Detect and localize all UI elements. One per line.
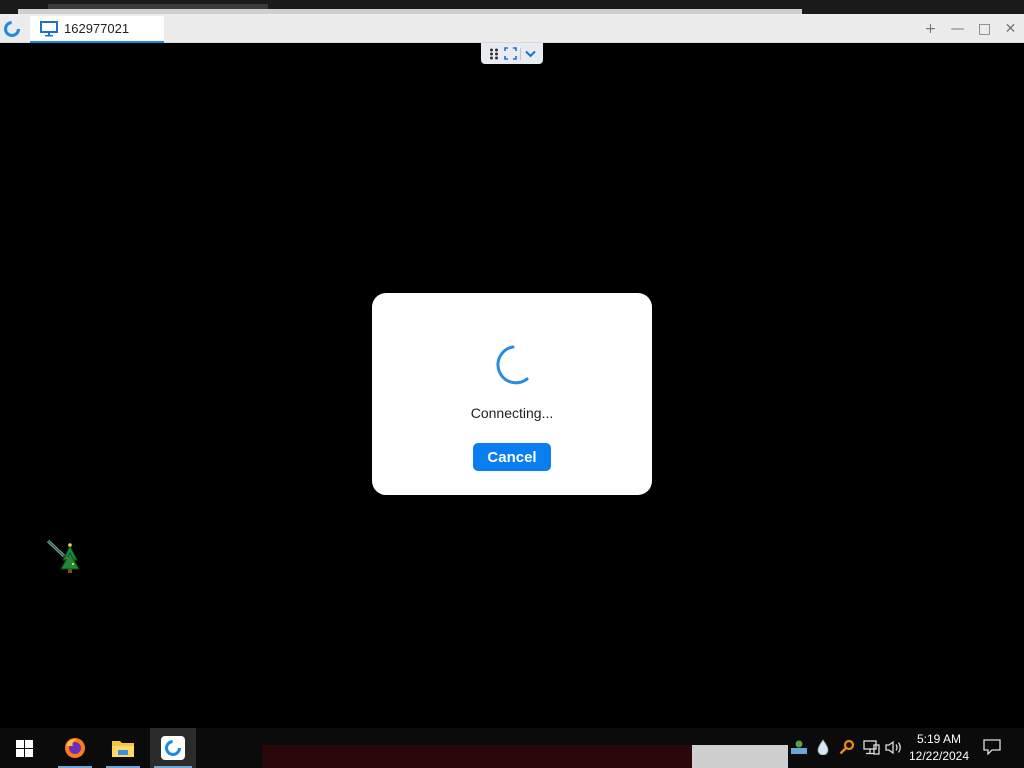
network-icon[interactable] bbox=[862, 738, 880, 756]
start-button[interactable] bbox=[4, 728, 44, 768]
minimize-button[interactable]: — bbox=[944, 14, 971, 43]
taskbar-firefox[interactable] bbox=[54, 728, 96, 768]
new-tab-button[interactable]: + bbox=[917, 14, 944, 43]
search-key-icon[interactable] bbox=[838, 738, 856, 756]
close-button[interactable]: ✕ bbox=[997, 14, 1024, 43]
taskbar-clock[interactable]: 5:19 AM 12/22/2024 bbox=[904, 731, 974, 765]
firefox-icon bbox=[65, 738, 85, 758]
network-user-icon[interactable] bbox=[790, 738, 808, 756]
start-icon bbox=[15, 739, 33, 757]
loading-spinner-icon bbox=[496, 345, 529, 385]
clock-time: 5:19 AM bbox=[916, 732, 962, 746]
clock-date: 12/22/2024 bbox=[908, 749, 970, 763]
tab-session[interactable]: 162977021 bbox=[30, 16, 164, 43]
cancel-button[interactable]: Cancel bbox=[473, 443, 551, 471]
drop-icon[interactable] bbox=[814, 738, 832, 756]
taskbar-remote-app[interactable] bbox=[150, 728, 196, 768]
grid-icon[interactable] bbox=[486, 46, 502, 62]
maximize-button[interactable]: □ bbox=[971, 14, 998, 43]
desktop-background-strip bbox=[262, 745, 692, 768]
host-top-strip bbox=[0, 0, 1024, 14]
desktop-background-strip-light bbox=[692, 745, 788, 768]
remote-desktop-app-icon bbox=[161, 736, 185, 760]
app-logo-icon[interactable] bbox=[3, 20, 21, 38]
monitor-icon bbox=[40, 20, 58, 36]
connecting-status-text: Connecting... bbox=[470, 405, 554, 421]
tab-label: 162977021 bbox=[64, 21, 130, 36]
title-bar: 162977021 + — □ ✕ bbox=[0, 14, 1024, 43]
volume-icon[interactable] bbox=[885, 738, 903, 756]
fullscreen-icon[interactable] bbox=[503, 46, 519, 62]
notifications-icon[interactable] bbox=[982, 738, 1002, 756]
tree-cursor-icon bbox=[46, 539, 80, 573]
taskbar-file-explorer[interactable] bbox=[102, 728, 144, 768]
toolbar-separator bbox=[520, 47, 522, 60]
file-explorer-icon bbox=[112, 741, 134, 757]
session-toolbar bbox=[481, 43, 543, 64]
chevron-down-icon[interactable] bbox=[522, 46, 538, 62]
